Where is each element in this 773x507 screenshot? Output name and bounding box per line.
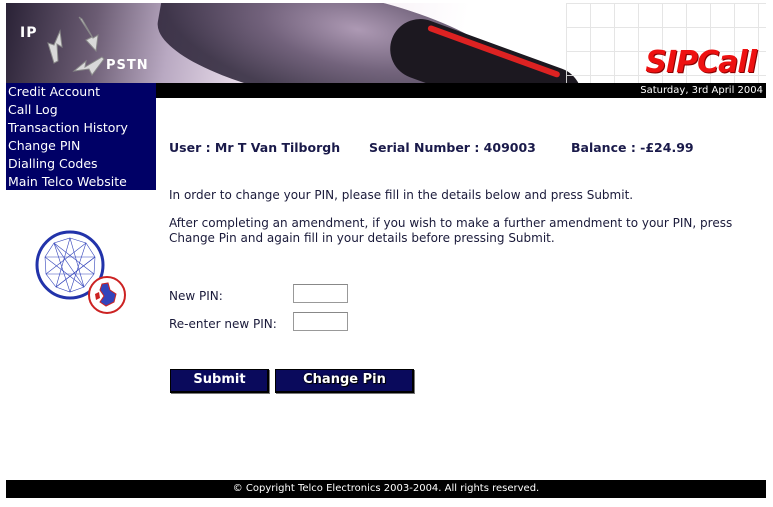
footer-bar: © Copyright Telco Electronics 2003-2004.… bbox=[6, 480, 766, 498]
change-pin-button[interactable]: Change Pin bbox=[275, 369, 414, 393]
nav-dialling-codes[interactable]: Dialling Codes bbox=[6, 155, 156, 173]
nav-credit-account[interactable]: Credit Account bbox=[6, 83, 156, 101]
nav-call-log[interactable]: Call Log bbox=[6, 101, 156, 119]
header-banner: IP PSTN SIPCall bbox=[6, 3, 766, 83]
sidebar-menu: Credit Account Call Log Transaction Hist… bbox=[6, 83, 156, 190]
logo-pstn-text: PSTN bbox=[106, 58, 149, 73]
brand-logo: SIPCall bbox=[645, 45, 757, 80]
reenter-pin-input[interactable] bbox=[293, 312, 348, 331]
serial-number: Serial Number : 409003 bbox=[369, 140, 536, 155]
instruction-text-2: After completing an amendment, if you wi… bbox=[169, 216, 733, 245]
copyright-text: © Copyright Telco Electronics 2003-2004.… bbox=[232, 483, 540, 494]
account-balance: Balance : -£24.99 bbox=[571, 140, 694, 155]
new-pin-input[interactable] bbox=[293, 284, 348, 303]
instruction-text-1: In order to change your PIN, please fill… bbox=[169, 188, 634, 202]
current-date: Saturday, 3rd April 2004 bbox=[640, 85, 763, 96]
reenter-pin-label: Re-enter new PIN: bbox=[169, 317, 277, 331]
user-name: User : Mr T Van Tilborgh bbox=[169, 140, 341, 155]
date-bar: Saturday, 3rd April 2004 bbox=[156, 83, 766, 98]
nav-main-telco-website[interactable]: Main Telco Website bbox=[6, 173, 156, 191]
submit-button[interactable]: Submit bbox=[170, 369, 269, 393]
network-emblem-icon bbox=[35, 230, 126, 314]
nav-transaction-history[interactable]: Transaction History bbox=[6, 119, 156, 137]
phone-handset-graphic bbox=[381, 10, 591, 83]
recycle-logo-icon bbox=[47, 16, 105, 76]
new-pin-label: New PIN: bbox=[169, 289, 223, 303]
nav-change-pin[interactable]: Change PIN bbox=[6, 137, 156, 155]
logo-ip-text: IP bbox=[20, 25, 38, 41]
